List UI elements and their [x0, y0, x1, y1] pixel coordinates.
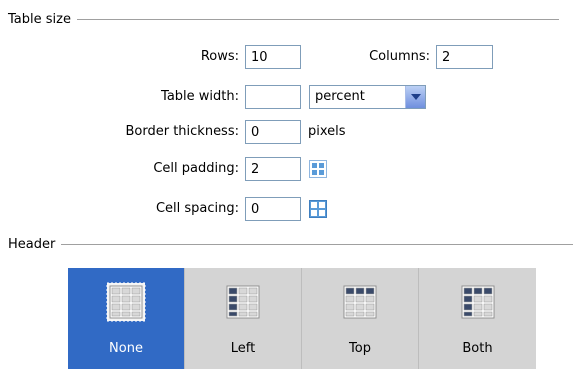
header-divider: [61, 243, 574, 245]
border-thickness-label: Border thickness:: [125, 124, 239, 139]
cell-spacing-input[interactable]: [245, 197, 301, 221]
header-option-top[interactable]: Top: [302, 268, 419, 369]
border-thickness-input[interactable]: [245, 120, 301, 144]
table-header-top-icon: [343, 285, 377, 319]
cell-spacing-icon: [309, 200, 327, 218]
table-header-both-icon: [461, 285, 494, 319]
header-options: None Left Top Both: [68, 268, 536, 369]
table-width-label: Table width:: [161, 89, 239, 104]
header-option-both-label: Both: [462, 341, 493, 356]
header-option-left[interactable]: Left: [185, 268, 302, 369]
table-size-group-title: Table size: [8, 10, 559, 28]
chevron-down-icon[interactable]: [405, 86, 425, 108]
columns-input[interactable]: [436, 45, 493, 69]
cell-padding-icon: [309, 160, 327, 178]
table-size-divider: [76, 18, 559, 20]
table-width-unit-value: percent: [315, 89, 365, 104]
cell-padding-input[interactable]: [245, 157, 301, 181]
header-option-none[interactable]: None: [68, 268, 185, 369]
table-width-input[interactable]: [245, 85, 301, 109]
header-group-title: Header: [8, 235, 574, 253]
cell-padding-label: Cell padding:: [153, 161, 239, 176]
header-option-both[interactable]: Both: [419, 268, 536, 369]
cell-spacing-label: Cell spacing:: [155, 201, 239, 216]
table-width-unit-select[interactable]: percent: [309, 85, 426, 109]
border-unit-label: pixels: [308, 124, 346, 139]
table-header-none-icon: [106, 282, 146, 322]
table-dialog: Table size Rows: Columns: Table width: p…: [0, 0, 574, 369]
header-option-top-label: Top: [349, 341, 371, 356]
columns-label: Columns:: [369, 49, 430, 64]
table-header-left-icon: [226, 285, 260, 319]
rows-input[interactable]: [245, 45, 301, 69]
header-title: Header: [8, 236, 56, 252]
header-option-left-label: Left: [230, 341, 256, 356]
header-option-none-label: None: [109, 341, 143, 356]
rows-label: Rows:: [200, 49, 239, 64]
table-size-title: Table size: [8, 11, 71, 27]
